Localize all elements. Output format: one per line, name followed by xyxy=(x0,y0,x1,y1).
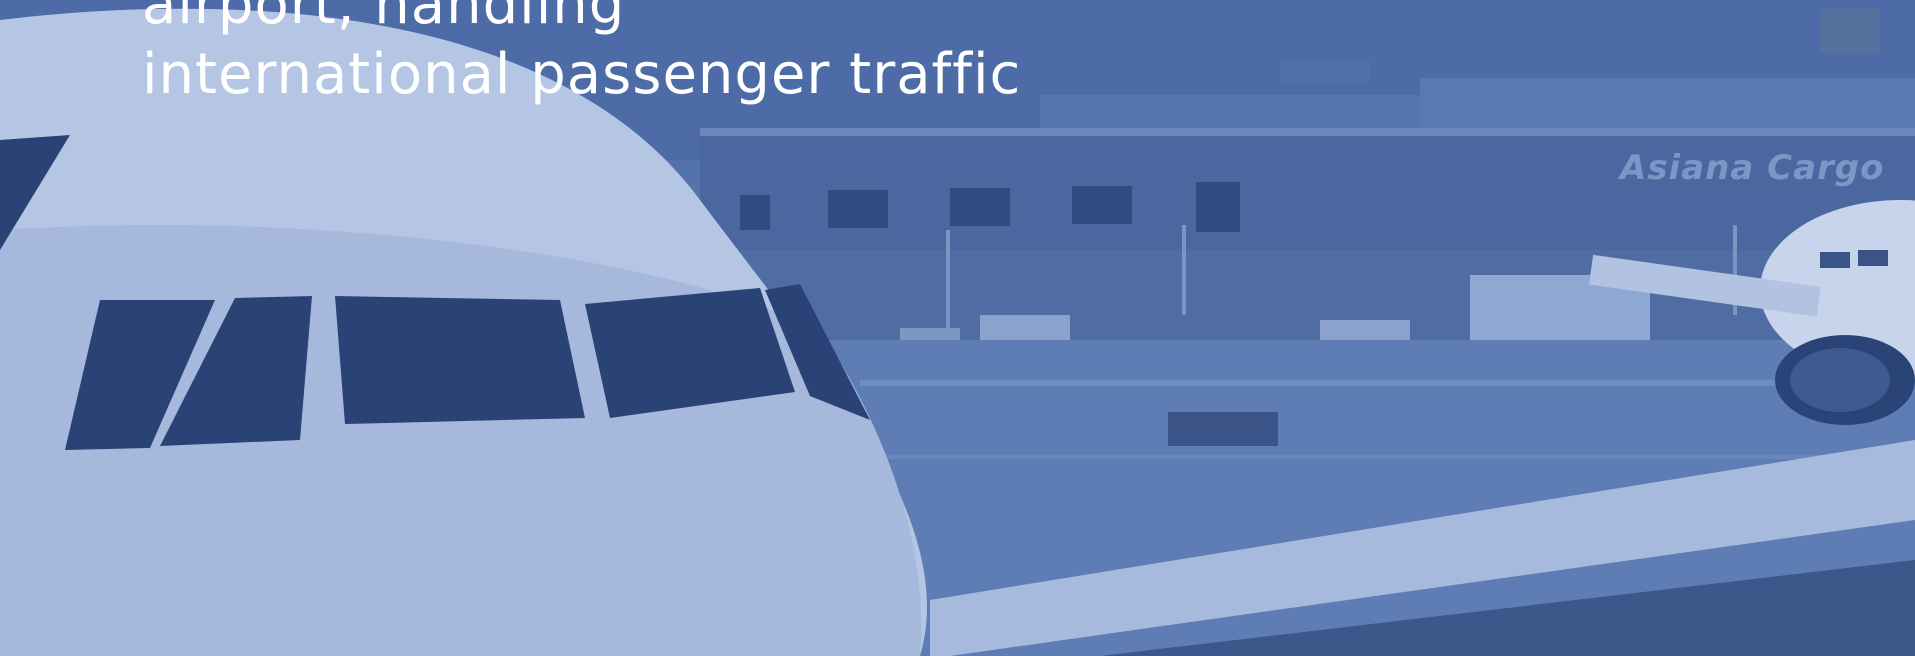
headline-line-1: airport, handling xyxy=(142,0,626,37)
hero-banner: Asiana Cargo airport, handling internati… xyxy=(0,0,1915,656)
headline-line-2: international passenger traffic xyxy=(142,42,1022,107)
hero-headline: airport, handling international passenge… xyxy=(142,0,1021,110)
building-sign: Asiana Cargo xyxy=(1620,148,1885,188)
